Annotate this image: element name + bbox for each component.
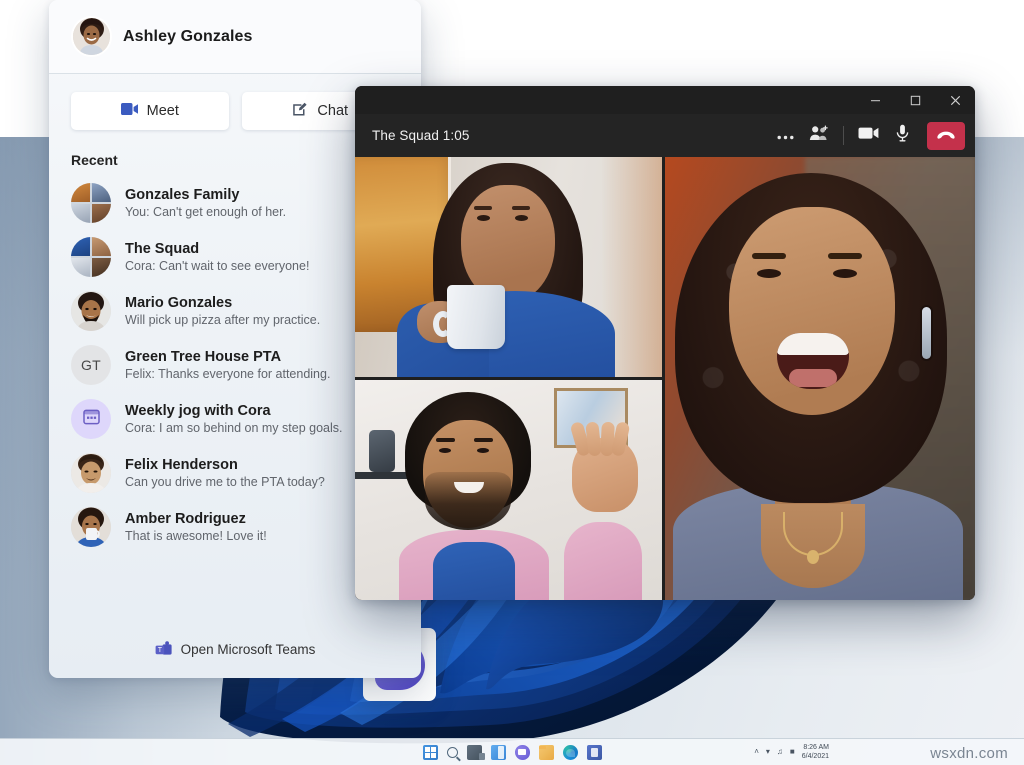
list-item-text: Green Tree House PTA Felix: Thanks every… [125, 348, 330, 383]
video-tile-participant-1[interactable] [355, 157, 662, 377]
chat-name: Felix Henderson [125, 456, 238, 473]
contact-avatar [71, 507, 111, 547]
chat-name: Green Tree House PTA [125, 348, 282, 365]
list-item-text: Felix Henderson Can you drive me to the … [125, 456, 325, 491]
widgets-icon[interactable] [490, 744, 506, 760]
list-item-text: The Squad Cora: Can't wait to see everyo… [125, 240, 309, 275]
hangup-button[interactable] [927, 121, 965, 150]
list-item-text: Weekly jog with Cora Cora: I am so behin… [125, 402, 342, 437]
calendar-icon [82, 408, 100, 430]
chat-preview: Felix: Thanks everyone for attending. [125, 366, 331, 381]
taskbar-icon-group [422, 744, 602, 760]
group-avatar [71, 237, 111, 277]
maximize-button[interactable] [895, 86, 935, 114]
source-watermark: wsxdn.com [930, 745, 1008, 762]
compose-chat-icon [292, 101, 308, 121]
chat-preview: Will pick up pizza after my practice. [125, 312, 321, 327]
video-camera-icon [858, 126, 879, 145]
chat-preview: You: Can't get enough of her. [125, 204, 287, 219]
more-options-button[interactable] [768, 121, 802, 151]
edge-icon[interactable] [562, 744, 578, 760]
video-tile-grid [355, 157, 975, 600]
initials-avatar: GT [71, 345, 111, 385]
group-avatar [71, 183, 111, 223]
chat-preview: Cora: Can't wait to see everyone! [125, 258, 310, 273]
contact-avatar [71, 291, 111, 331]
user-name: Ashley Gonzales [123, 27, 253, 45]
minimize-button[interactable] [855, 86, 895, 114]
video-tile-participant-3[interactable] [665, 157, 975, 600]
left-tile-column [355, 157, 662, 600]
volume-icon[interactable]: ♫ [777, 747, 783, 756]
flyout-header: Ashley Gonzales [49, 0, 421, 74]
chat-name: Amber Rodriguez [125, 510, 246, 527]
microphone-icon [896, 124, 909, 147]
meeting-toolbar: The Squad 1:05 [355, 114, 975, 157]
camera-toggle[interactable] [851, 121, 885, 151]
store-icon[interactable] [586, 744, 602, 760]
meeting-title: The Squad 1:05 [372, 128, 470, 143]
open-teams-link[interactable]: T Open Microsoft Teams [49, 620, 421, 678]
clock-time: 8:26 AM [803, 743, 829, 751]
list-item-text: Gonzales Family You: Can't get enough of… [125, 186, 286, 221]
clock[interactable]: 8:26 AM 6/4/2021 [802, 743, 829, 761]
task-view-icon[interactable] [466, 744, 485, 760]
mic-toggle[interactable] [885, 121, 919, 151]
microsoft-teams-logo: T [155, 640, 172, 658]
chat-name: Gonzales Family [125, 186, 240, 203]
svg-text:T: T [157, 647, 162, 654]
chat-label: Chat [317, 103, 349, 119]
windows-taskbar[interactable]: ˄ ▾ ♫ ■ 8:26 AM 6/4/2021 [0, 738, 1024, 765]
system-tray[interactable]: ˄ ▾ ♫ ■ 8:26 AM 6/4/2021 [754, 738, 829, 765]
file-explorer-icon[interactable] [538, 744, 554, 760]
hangup-icon [936, 127, 956, 145]
calendar-avatar [71, 399, 111, 439]
chat-preview: Cora: I am so behind on my step goals. [125, 420, 343, 435]
meet-button[interactable]: Meet [71, 92, 229, 130]
network-icon[interactable]: ▾ [766, 747, 770, 756]
video-camera-icon [120, 103, 138, 119]
chat-name: Mario Gonzales [125, 294, 233, 311]
show-hidden-icons-icon[interactable]: ˄ [754, 747, 759, 756]
screenshot-root: ˄ ▾ ♫ ■ 8:26 AM 6/4/2021 wsxdn.com Ashle… [0, 0, 1024, 765]
participant-2-video [355, 380, 662, 600]
video-tile-participant-2[interactable] [355, 380, 662, 600]
battery-icon[interactable]: ■ [790, 747, 795, 756]
list-item-text: Mario Gonzales Will pick up pizza after … [125, 294, 320, 329]
participant-3-video [665, 157, 975, 600]
clock-date: 6/4/2021 [801, 752, 829, 760]
toolbar-divider [843, 126, 844, 145]
search-icon[interactable] [446, 746, 458, 758]
chat-name: The Squad [125, 240, 200, 257]
ellipsis-icon [777, 127, 794, 145]
contact-avatar [71, 453, 111, 493]
open-teams-label: Open Microsoft Teams [180, 641, 316, 657]
participant-1-video [355, 157, 662, 377]
list-item-text: Amber Rodriguez That is awesome! Love it… [125, 510, 267, 545]
avatar[interactable] [73, 18, 110, 55]
chat-preview: Can you drive me to the PTA today? [125, 474, 325, 489]
chat-name: Weekly jog with Cora [125, 402, 271, 419]
add-people-button[interactable] [802, 121, 836, 151]
chat-preview: That is awesome! Love it! [125, 528, 267, 543]
close-button[interactable] [935, 86, 975, 114]
start-icon[interactable] [422, 744, 438, 760]
window-titlebar[interactable] [355, 86, 975, 114]
teams-chat-icon[interactable] [514, 744, 530, 760]
add-people-icon [809, 125, 829, 146]
teams-meeting-window[interactable]: The Squad 1:05 [355, 86, 975, 600]
meet-label: Meet [146, 103, 179, 119]
